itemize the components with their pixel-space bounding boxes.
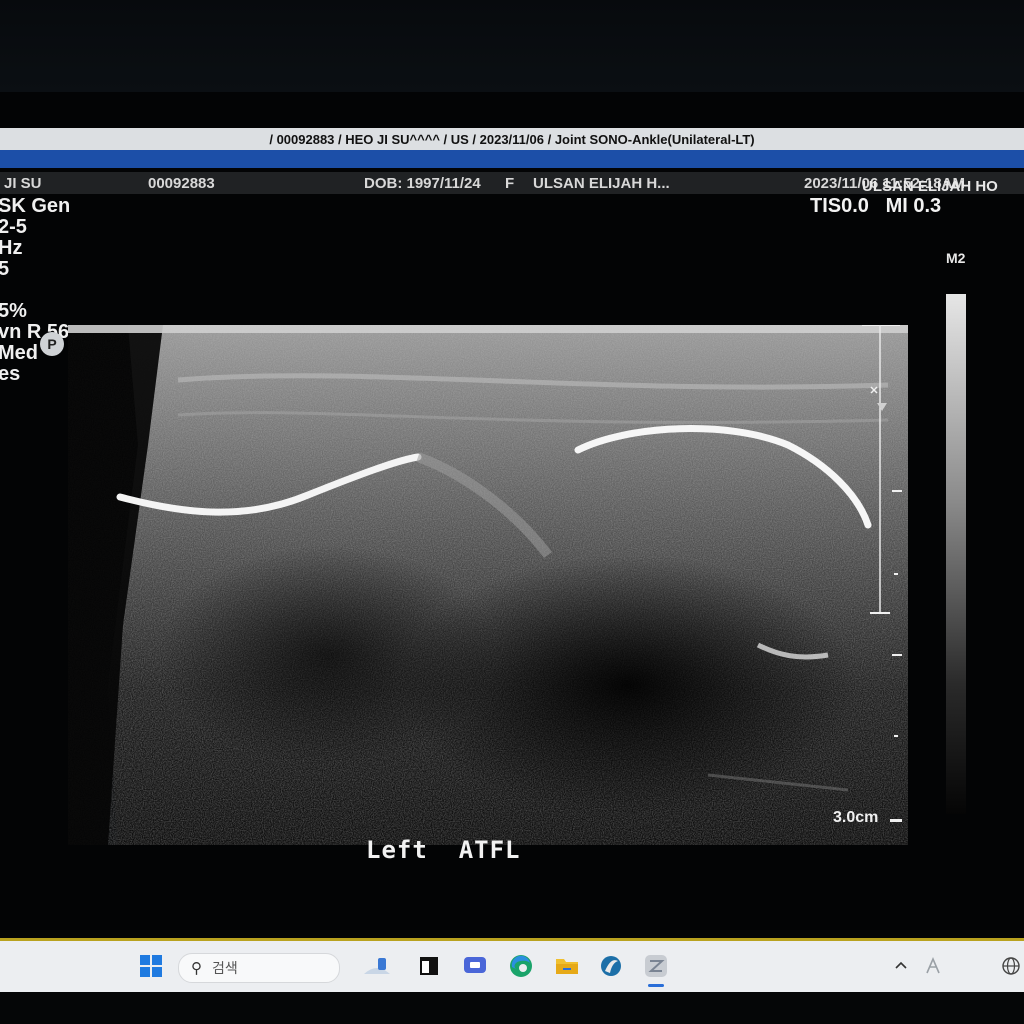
globe-icon[interactable] bbox=[996, 951, 1024, 981]
preset-label: SK Gen bbox=[0, 195, 71, 217]
preset-badge: P bbox=[40, 332, 64, 356]
param-line-5 bbox=[0, 280, 70, 301]
hospital-overlay: ULSAN ELIJAH HO bbox=[862, 178, 998, 195]
ultrasound-image-graphic bbox=[68, 325, 908, 845]
terminal-icon[interactable] bbox=[414, 951, 444, 981]
taskbar-search[interactable]: ⚲ 검색 bbox=[178, 953, 340, 983]
frequency-label: Hz bbox=[0, 237, 23, 259]
tis-value: TIS0.0 bbox=[810, 195, 869, 217]
active-app-indicator bbox=[648, 984, 664, 987]
patient-name: JI SU bbox=[4, 175, 42, 192]
scan-parameters: SK Gen 2-5 Hz 5 5% vn R 56 Med es bbox=[0, 196, 70, 385]
acoustic-output: TIS0.0 MI 0.3 bbox=[810, 195, 941, 218]
accent-bar bbox=[0, 150, 1024, 168]
depth-value: 3.0cm bbox=[833, 809, 879, 826]
patient-sex: F bbox=[505, 175, 515, 192]
image-annotation: Left ATFL bbox=[366, 836, 521, 864]
focus-marker bbox=[877, 403, 887, 411]
windows-taskbar: ⚲ 검색 bbox=[0, 941, 1024, 992]
font-icon[interactable] bbox=[918, 951, 948, 981]
patient-dob: DOB: 1997/11/24 bbox=[364, 175, 481, 192]
depth-tick bbox=[890, 819, 902, 822]
window-title-bar: / 00092883 / HEO JI SU^^^^ / US / 2023/1… bbox=[0, 128, 1024, 150]
mi-value: MI 0.3 bbox=[885, 195, 942, 217]
annotation-structure: ATFL bbox=[458, 836, 521, 864]
search-placeholder: 검색 bbox=[212, 960, 238, 976]
edge-browser-icon[interactable] bbox=[506, 951, 536, 981]
ultrasound-screen: / 00092883 / HEO JI SU^^^^ / US / 2023/1… bbox=[0, 92, 1024, 992]
windows-start-icon[interactable] bbox=[136, 951, 166, 981]
video-call-icon[interactable] bbox=[460, 951, 490, 981]
param-line-9: es bbox=[0, 363, 21, 385]
monitor-bezel-top bbox=[0, 0, 1024, 92]
grayscale-bar bbox=[946, 294, 966, 814]
hospital-name: ULSAN ELIJAH H... bbox=[533, 175, 670, 192]
caliper-x-marker bbox=[870, 386, 878, 394]
probe-label: 2-5 bbox=[0, 216, 27, 238]
zoom-app-icon[interactable] bbox=[641, 951, 671, 981]
widget-icon[interactable] bbox=[362, 951, 392, 981]
ultrasound-image bbox=[68, 325, 908, 845]
grayscale-map-label: M2 bbox=[946, 250, 966, 266]
monitor-bezel-bottom bbox=[0, 992, 1024, 1024]
chevron-up-icon[interactable] bbox=[886, 951, 916, 981]
depth-marker-scale bbox=[862, 325, 902, 737]
app-icon[interactable] bbox=[596, 951, 626, 981]
window-title: / 00092883 / HEO JI SU^^^^ / US / 2023/1… bbox=[269, 131, 755, 147]
search-icon: ⚲ bbox=[191, 960, 202, 977]
power-label: 5% bbox=[0, 300, 27, 322]
annotation-side: Left bbox=[366, 836, 428, 864]
param-line-4: 5 bbox=[0, 258, 10, 280]
file-explorer-icon[interactable] bbox=[552, 951, 582, 981]
patient-id: 00092883 bbox=[148, 175, 215, 192]
